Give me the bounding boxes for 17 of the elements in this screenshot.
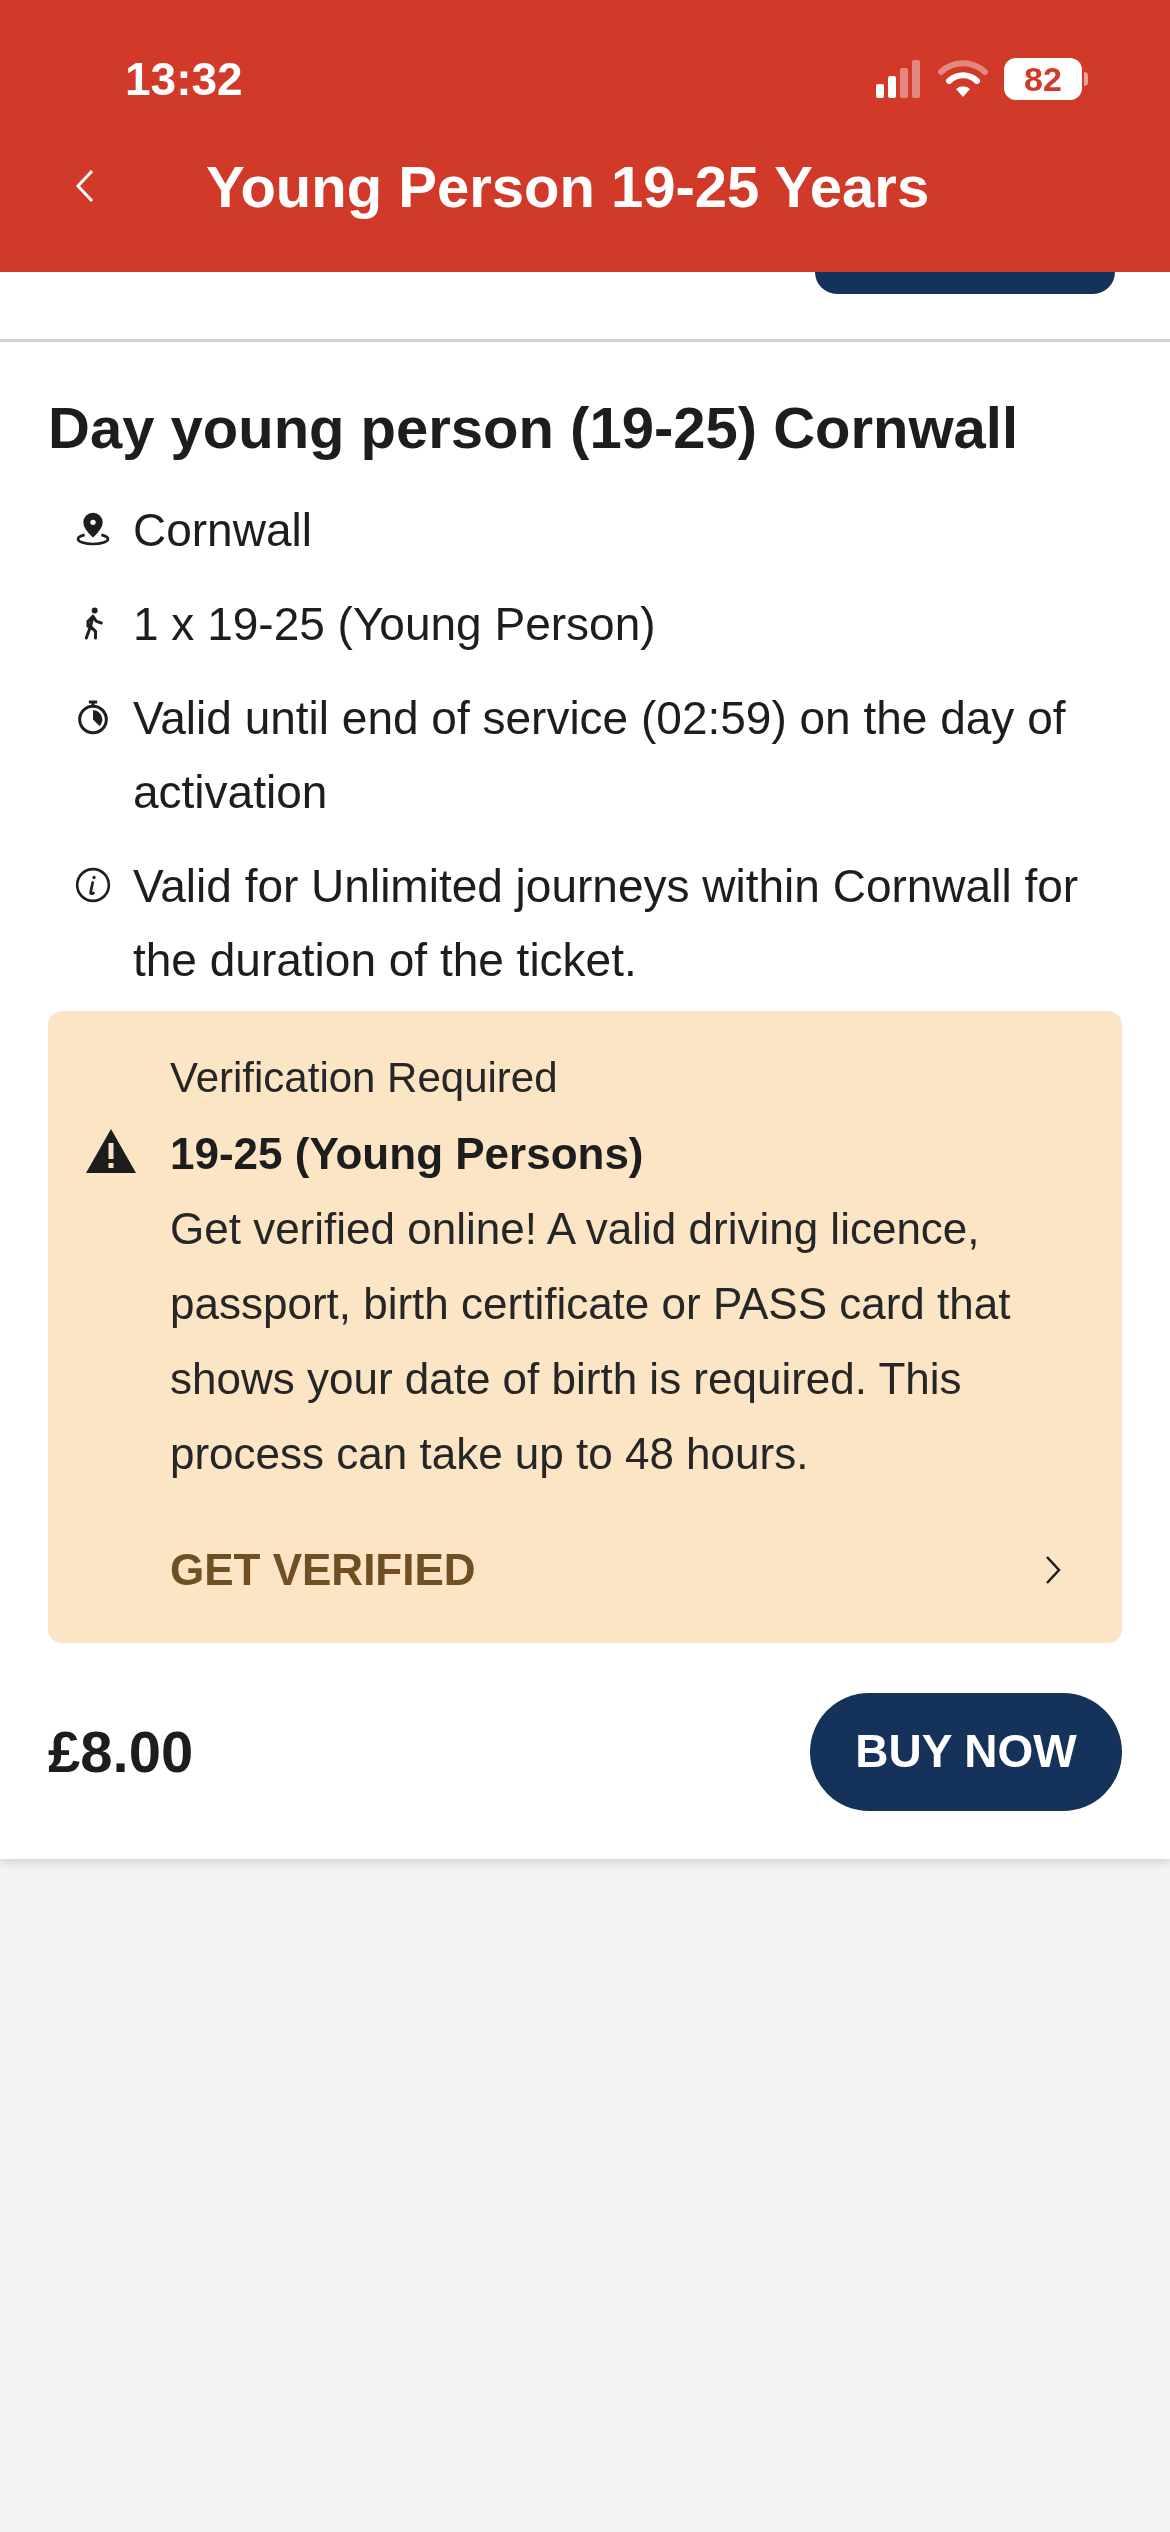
wifi-icon — [938, 60, 988, 98]
ticket-price: £8.00 — [48, 1718, 194, 1786]
notice-heading: Verification Required — [170, 1052, 559, 1103]
buy-now-button[interactable]: BUY NOW — [810, 1692, 1122, 1811]
notice-subheading: 19-25 (Young Persons) — [170, 1127, 645, 1180]
ticket-detail: Valid until end of service (02:59) on the day of activation — [133, 690, 1067, 820]
ticket-detail: Valid for Unlimited journeys within Cornwall for the duration of the ticket. — [133, 858, 1080, 988]
battery-indicator: 82 — [1004, 58, 1088, 100]
status-time: 13:32 — [125, 51, 243, 107]
back-chevron-icon — [74, 167, 96, 205]
screen-title: Young Person 19-25 Years — [206, 152, 930, 221]
get-verified-link[interactable]: GET VERIFIED — [170, 1536, 1062, 1603]
signal-icon — [876, 60, 922, 98]
ticket-title: Day young person (19-25) Cornwall — [48, 394, 1020, 462]
ticket-detail: Cornwall — [133, 502, 312, 558]
ticket-detail: 1 x 19-25 (Young Person) — [133, 596, 656, 652]
notice-text: Get verified online! A valid driving licence, passport, birth certificate or PASS card that shows your date of birth is required. This process can take up to 48 hours. — [170, 1202, 1012, 1480]
